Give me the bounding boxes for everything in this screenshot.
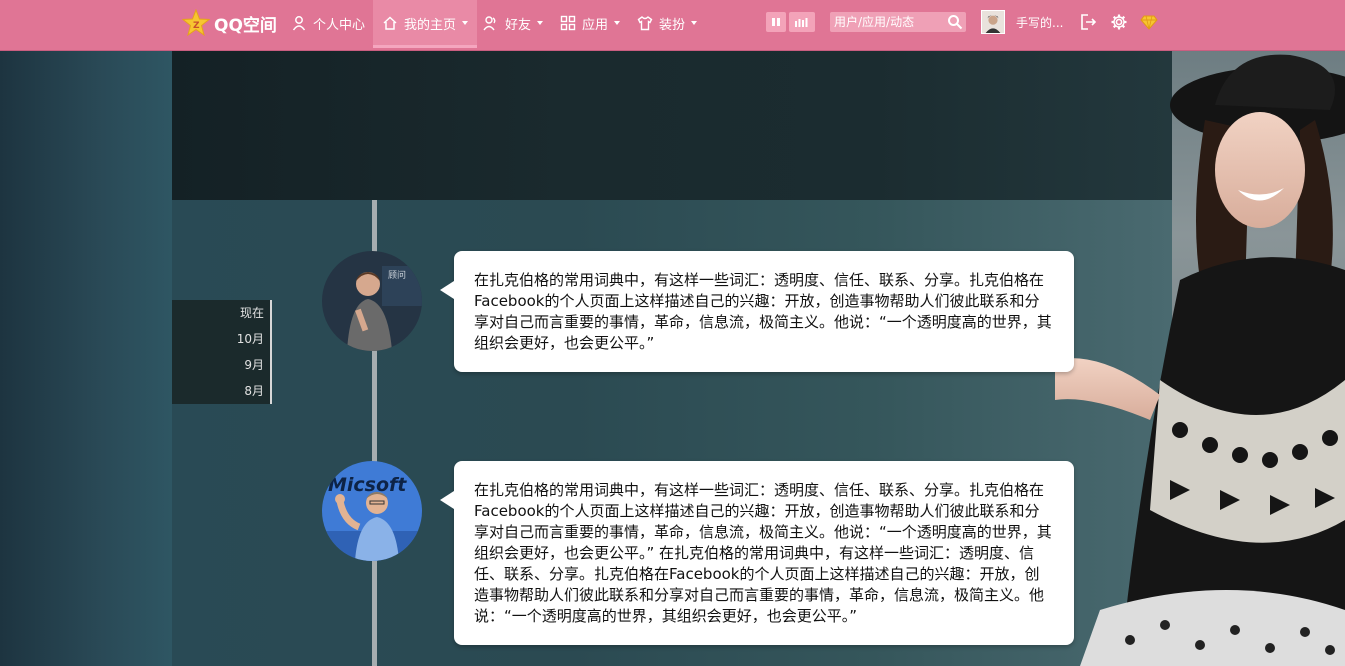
tshirt-icon (637, 16, 653, 31)
date-item-now[interactable]: 现在 (172, 300, 270, 326)
post-bubble: 在扎克伯格的常用词典中，有这样一些词汇：透明度、信任、联系、分享。扎克伯格在Fa… (440, 461, 1074, 645)
equalizer-icon (795, 18, 808, 27)
nav-decorate[interactable]: 装扮 (637, 0, 698, 46)
music-equalizer-button[interactable] (789, 12, 815, 32)
qzone-logo[interactable]: Z QQ空间 (182, 8, 277, 38)
chevron-down-icon (537, 21, 544, 25)
diamond-vip-icon[interactable] (1140, 13, 1158, 31)
home-icon (383, 16, 397, 30)
gear-icon[interactable] (1110, 13, 1128, 31)
svg-text:Micsoft: Micsoft (328, 474, 407, 496)
post-avatar-zuckerberg[interactable]: 顾问 (322, 251, 422, 351)
date-item-september[interactable]: 9月 (172, 352, 270, 378)
nav-label: 个人中心 (313, 17, 366, 33)
cover-banner (172, 50, 1172, 200)
person-icon (292, 16, 306, 31)
nav-label: 我的主页 (404, 17, 457, 33)
post-bubble: 在扎克伯格的常用词典中，有这样一些词汇：透明度、信任、联系、分享。扎克伯格在Fa… (440, 251, 1074, 372)
background-woman-photo (1055, 54, 1345, 666)
svg-text:Z: Z (193, 21, 200, 31)
nav-label: 好友 (505, 17, 532, 33)
nav-friends[interactable]: 好友 (483, 0, 544, 46)
date-item-august[interactable]: 8月 (172, 378, 270, 404)
nav-label: 应用 (582, 17, 609, 33)
svg-text:顾问: 顾问 (388, 269, 406, 281)
nav-label: 装扮 (659, 17, 686, 33)
username[interactable]: 手写的... (1016, 14, 1063, 31)
search-input[interactable] (834, 13, 940, 31)
chevron-down-icon (691, 21, 698, 25)
post-avatar-gates[interactable]: Micsoft (322, 461, 422, 561)
nav-apps[interactable]: 应用 (560, 0, 621, 46)
search-box (830, 12, 966, 32)
chevron-down-icon (614, 21, 621, 25)
user-avatar[interactable] (981, 10, 1005, 34)
chevron-down-icon (462, 21, 469, 25)
date-navigation: 现在 10月 9月 8月 (172, 300, 272, 404)
star-logo-icon: Z (182, 9, 210, 37)
search-icon[interactable] (947, 14, 963, 30)
nav-personal-center[interactable]: 个人中心 (291, 0, 365, 46)
logout-icon[interactable] (1080, 13, 1098, 31)
friends-icon (483, 16, 496, 31)
nav-my-homepage[interactable]: 我的主页 (373, 0, 478, 48)
background-left (0, 50, 172, 666)
top-nav-bar: Z QQ空间 个人中心 我的主页 好友 应用 装扮 用户/应用/动态 手写的..… (0, 0, 1345, 51)
music-pause-button[interactable] (766, 12, 786, 32)
date-item-october[interactable]: 10月 (172, 326, 270, 352)
pause-icon (772, 18, 780, 26)
apps-grid-icon (560, 15, 576, 31)
app-name: QQ空间 (214, 15, 277, 36)
